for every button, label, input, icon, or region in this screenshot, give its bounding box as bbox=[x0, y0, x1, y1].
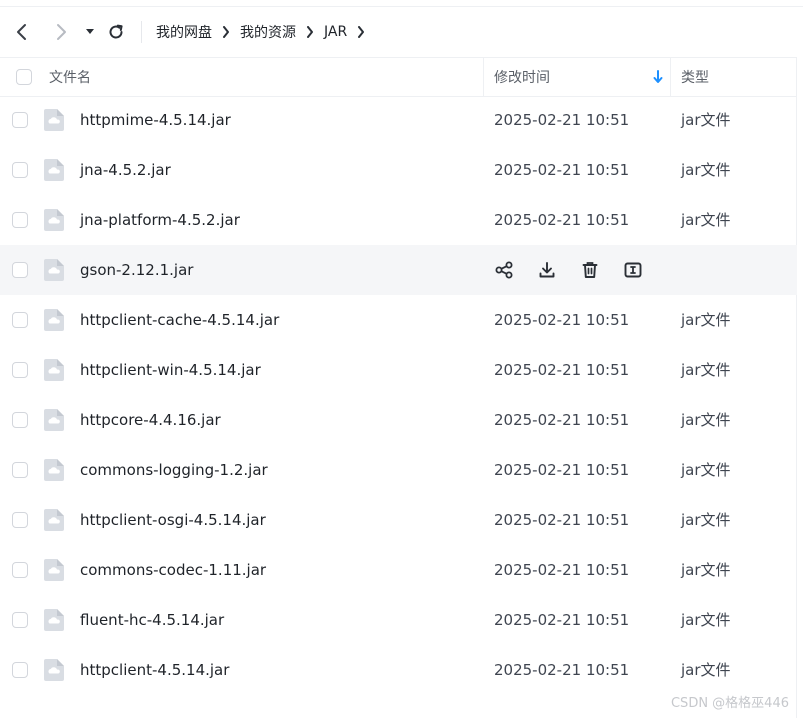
table-row[interactable]: fluent-hc-4.5.14.jar 2025-02-21 10:51 jar文… bbox=[0, 595, 797, 645]
file-modified: 2025-02-21 10:51 bbox=[494, 161, 630, 179]
back-icon[interactable] bbox=[11, 21, 33, 43]
file-name[interactable]: commons-logging-1.2.jar bbox=[80, 445, 268, 495]
file-type: jar文件 bbox=[681, 411, 731, 429]
toolbar: 我的网盘 我的资源 JAR bbox=[0, 7, 803, 57]
file-modified: 2025-02-21 10:51 bbox=[494, 311, 630, 329]
caret-down-icon[interactable] bbox=[79, 21, 101, 43]
file-icon bbox=[43, 658, 65, 686]
breadcrumb-item[interactable]: 我的资源 bbox=[240, 22, 296, 42]
file-type: jar文件 bbox=[681, 561, 731, 579]
row-checkbox[interactable] bbox=[12, 662, 28, 678]
file-modified: 2025-02-21 10:51 bbox=[494, 461, 630, 479]
table-row[interactable]: jna-4.5.2.jar 2025-02-21 10:51 jar文件 bbox=[0, 145, 797, 195]
row-checkbox[interactable] bbox=[12, 112, 28, 128]
file-icon bbox=[43, 408, 65, 436]
breadcrumb-item[interactable]: JAR bbox=[324, 24, 347, 40]
file-name[interactable]: gson-2.12.1.jar bbox=[80, 245, 193, 295]
row-checkbox[interactable] bbox=[12, 462, 28, 478]
file-modified: 2025-02-21 10:51 bbox=[494, 411, 630, 429]
table-row[interactable]: httpclient-cache-4.5.14.jar 2025-02-21 10… bbox=[0, 295, 797, 345]
row-checkbox[interactable] bbox=[12, 312, 28, 328]
file-icon bbox=[43, 458, 65, 486]
row-checkbox[interactable] bbox=[12, 362, 28, 378]
file-type: jar文件 bbox=[681, 611, 731, 629]
sort-down-arrow-icon[interactable] bbox=[653, 69, 663, 88]
breadcrumb: 我的网盘 我的资源 JAR bbox=[156, 7, 365, 57]
file-icon bbox=[43, 558, 65, 586]
table-row[interactable]: commons-logging-1.2.jar 2025-02-21 10:51 j… bbox=[0, 445, 797, 495]
forward-icon[interactable] bbox=[50, 21, 72, 43]
table-row[interactable]: httpclient-osgi-4.5.14.jar 2025-02-21 10:… bbox=[0, 495, 797, 545]
file-name[interactable]: httpcore-4.4.16.jar bbox=[80, 395, 221, 445]
select-all-checkbox[interactable] bbox=[16, 58, 32, 96]
file-icon bbox=[43, 258, 65, 286]
row-checkbox[interactable] bbox=[12, 562, 28, 578]
row-actions bbox=[494, 260, 643, 280]
file-icon bbox=[43, 158, 65, 186]
column-divider[interactable] bbox=[670, 58, 671, 96]
file-icon bbox=[43, 358, 65, 386]
file-name[interactable]: fluent-hc-4.5.14.jar bbox=[80, 595, 224, 645]
delete-icon[interactable] bbox=[580, 260, 600, 280]
toolbar-divider bbox=[141, 21, 142, 43]
download-icon[interactable] bbox=[537, 260, 557, 280]
file-modified: 2025-02-21 10:51 bbox=[494, 611, 630, 629]
file-type: jar文件 bbox=[681, 211, 731, 229]
file-name[interactable]: jna-platform-4.5.2.jar bbox=[80, 195, 240, 245]
file-type: jar文件 bbox=[681, 511, 731, 529]
row-checkbox[interactable] bbox=[12, 162, 28, 178]
chevron-right-icon bbox=[222, 26, 230, 38]
file-modified: 2025-02-21 10:51 bbox=[494, 661, 630, 679]
table-row[interactable]: commons-codec-1.11.jar 2025-02-21 10:51 ja… bbox=[0, 545, 797, 595]
column-divider[interactable] bbox=[483, 58, 484, 96]
column-header-modified[interactable]: 修改时间 bbox=[494, 58, 550, 96]
file-modified: 2025-02-21 10:51 bbox=[494, 511, 630, 529]
checkbox[interactable] bbox=[16, 69, 32, 85]
file-modified: 2025-02-21 10:51 bbox=[494, 561, 630, 579]
table-row[interactable]: httpclient-win-4.5.14.jar 2025-02-21 10:5… bbox=[0, 345, 797, 395]
file-icon bbox=[43, 508, 65, 536]
file-name[interactable]: httpclient-cache-4.5.14.jar bbox=[80, 295, 279, 345]
file-type: jar文件 bbox=[681, 661, 731, 679]
column-header-type[interactable]: 类型 bbox=[681, 58, 709, 96]
file-modified: 2025-02-21 10:51 bbox=[494, 211, 630, 229]
share-icon[interactable] bbox=[494, 260, 514, 280]
table-row[interactable]: httpmime-4.5.14.jar 2025-02-21 10:51 jar文件 bbox=[0, 95, 797, 145]
file-icon bbox=[43, 608, 65, 636]
table-row[interactable]: gson-2.12.1.jar bbox=[0, 245, 797, 295]
column-header-name[interactable]: 文件名 bbox=[49, 58, 91, 96]
file-name[interactable]: commons-codec-1.11.jar bbox=[80, 545, 266, 595]
row-checkbox[interactable] bbox=[12, 512, 28, 528]
row-checkbox[interactable] bbox=[12, 212, 28, 228]
table-header: 文件名 修改时间 类型 bbox=[0, 57, 797, 97]
file-name[interactable]: httpclient-osgi-4.5.14.jar bbox=[80, 495, 266, 545]
file-type: jar文件 bbox=[681, 311, 731, 329]
file-icon bbox=[43, 108, 65, 136]
file-type: jar文件 bbox=[681, 361, 731, 379]
file-icon bbox=[43, 308, 65, 336]
table-row[interactable]: jna-platform-4.5.2.jar 2025-02-21 10:51 ja… bbox=[0, 195, 797, 245]
rename-icon[interactable] bbox=[623, 260, 643, 280]
refresh-icon[interactable] bbox=[105, 21, 127, 43]
file-name[interactable]: httpclient-4.5.14.jar bbox=[80, 645, 229, 695]
table-row[interactable]: httpcore-4.4.16.jar 2025-02-21 10:51 jar文件 bbox=[0, 395, 797, 445]
file-modified: 2025-02-21 10:51 bbox=[494, 111, 630, 129]
file-modified: 2025-02-21 10:51 bbox=[494, 361, 630, 379]
chevron-right-icon bbox=[306, 26, 314, 38]
file-name[interactable]: httpmime-4.5.14.jar bbox=[80, 95, 231, 145]
breadcrumb-item[interactable]: 我的网盘 bbox=[156, 22, 212, 42]
file-name[interactable]: jna-4.5.2.jar bbox=[80, 145, 171, 195]
file-icon bbox=[43, 208, 65, 236]
chevron-right-icon[interactable] bbox=[357, 26, 365, 38]
file-type: jar文件 bbox=[681, 461, 731, 479]
row-checkbox[interactable] bbox=[12, 612, 28, 628]
watermark: CSDN @格格巫446 bbox=[670, 696, 789, 711]
row-checkbox[interactable] bbox=[12, 262, 28, 278]
row-checkbox[interactable] bbox=[12, 412, 28, 428]
file-type: jar文件 bbox=[681, 161, 731, 179]
file-name[interactable]: httpclient-win-4.5.14.jar bbox=[80, 345, 261, 395]
table-row[interactable]: httpclient-4.5.14.jar 2025-02-21 10:51 jar… bbox=[0, 645, 797, 695]
file-type: jar文件 bbox=[681, 111, 731, 129]
